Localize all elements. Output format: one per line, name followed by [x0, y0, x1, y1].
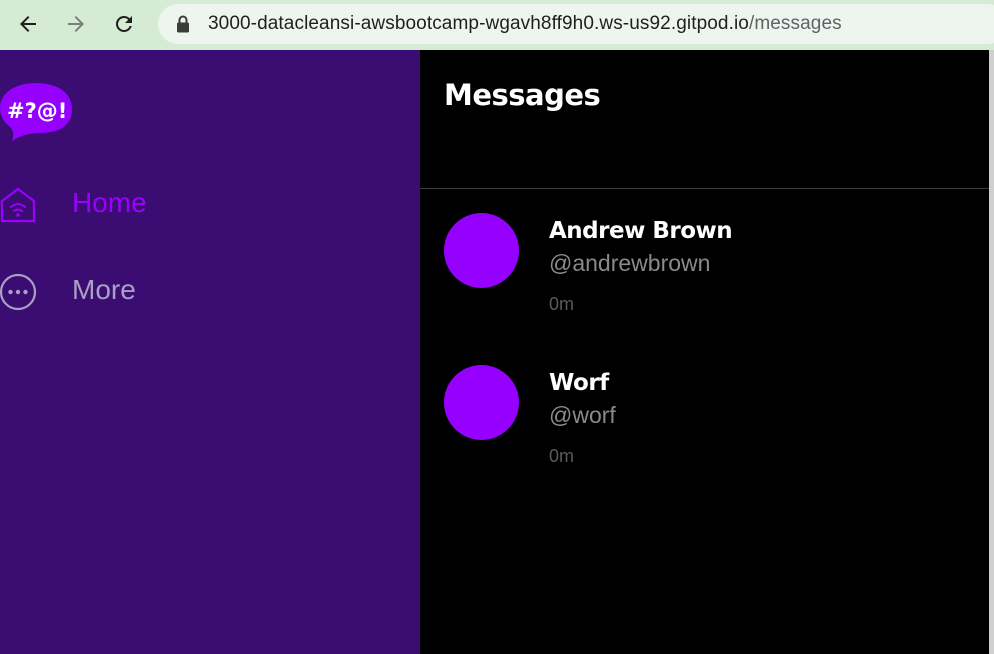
timestamp: 0m — [549, 446, 575, 466]
more-icon — [0, 273, 37, 311]
page-header: Messages — [420, 50, 989, 189]
timestamp: 0m — [549, 294, 575, 314]
address-bar[interactable]: 3000-datacleansi-awsbootcamp-wgavh8ff9h0… — [158, 4, 994, 44]
avatar — [444, 365, 519, 440]
forward-button[interactable] — [60, 8, 92, 40]
lock-icon — [177, 15, 189, 33]
sidebar-item-label: More — [72, 274, 136, 305]
message-group-item[interactable]: Worf @worf 0m — [420, 364, 989, 514]
sidebar-item-label: Home — [72, 187, 147, 218]
logo[interactable]: #?@! — [0, 81, 74, 143]
user-handle: @worf — [549, 402, 616, 428]
url-path: /messages — [748, 13, 842, 34]
display-name: Worf — [549, 370, 609, 396]
reload-button[interactable] — [108, 8, 140, 40]
display-name: Andrew Brown — [549, 218, 733, 244]
reload-icon — [115, 15, 132, 32]
main-content: Messages Andrew Brown @andrewbrown 0m Wo… — [420, 50, 989, 654]
message-group-item[interactable]: Andrew Brown @andrewbrown 0m — [420, 212, 989, 362]
sidebar: #?@! Home More — [0, 50, 420, 654]
arrow-left-icon — [20, 16, 36, 32]
logo-text: #?@! — [7, 99, 67, 123]
user-handle: @andrewbrown — [549, 250, 711, 276]
url-text: 3000-datacleansi-awsbootcamp-wgavh8ff9h0… — [208, 13, 842, 35]
page-title: Messages — [444, 78, 601, 112]
url-host: 3000-datacleansi-awsbootcamp-wgavh8ff9h0… — [208, 13, 749, 34]
arrow-right-icon — [68, 16, 84, 32]
back-button[interactable] — [12, 8, 44, 40]
scrollbar[interactable] — [989, 50, 994, 654]
home-icon — [0, 187, 36, 223]
browser-toolbar: 3000-datacleansi-awsbootcamp-wgavh8ff9h0… — [0, 0, 994, 50]
avatar — [444, 213, 519, 288]
